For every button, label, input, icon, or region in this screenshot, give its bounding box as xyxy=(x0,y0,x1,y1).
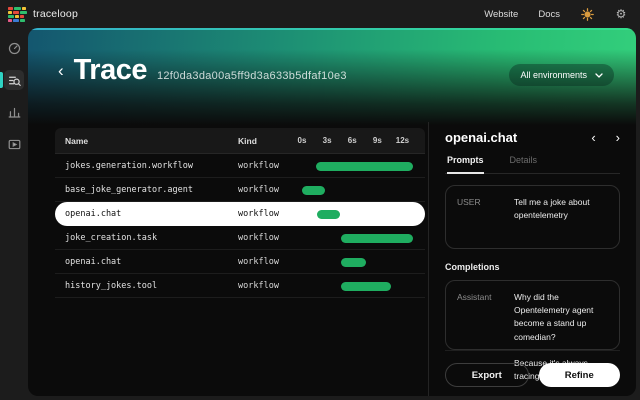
refine-button[interactable]: Refine xyxy=(539,363,621,387)
span-name: history_jokes.tool xyxy=(65,274,157,298)
top-bar: traceloop Website Docs ⚙ xyxy=(0,0,640,28)
completion-card: Assistant Why did the Opentelemetry agen… xyxy=(445,280,620,350)
span-kind: workflow xyxy=(238,250,279,274)
completions-section-label: Completions xyxy=(445,262,620,272)
nav-docs-link[interactable]: Docs xyxy=(538,9,560,20)
environment-selector-label: All environments xyxy=(520,70,587,80)
table-row[interactable]: base_joke_generator.agent workflow xyxy=(55,178,425,202)
settings-gear-icon[interactable]: ⚙ xyxy=(614,7,628,21)
nav-website-link[interactable]: Website xyxy=(484,9,518,20)
panel-footer: Export Refine xyxy=(445,350,620,387)
table-row[interactable]: openai.chat workflow xyxy=(55,202,425,226)
span-kind: workflow xyxy=(238,226,279,250)
table-row[interactable]: joke_creation.task workflow xyxy=(55,226,425,250)
span-title: openai.chat xyxy=(445,130,517,145)
span-detail-panel: openai.chat ‹ › Prompts Details USER Tel… xyxy=(428,122,636,396)
span-kind: workflow xyxy=(238,202,279,226)
span-name: base_joke_generator.agent xyxy=(65,178,193,202)
span-duration-bar xyxy=(302,186,325,195)
tab-prompts[interactable]: Prompts xyxy=(447,155,484,174)
span-duration-bar xyxy=(341,282,391,291)
table-row[interactable]: history_jokes.tool workflow xyxy=(55,274,425,298)
sidebar-rail xyxy=(0,28,28,400)
environment-selector[interactable]: All environments xyxy=(509,64,614,86)
column-header-name: Name xyxy=(65,128,88,154)
tab-details[interactable]: Details xyxy=(510,155,538,174)
span-name: jokes.generation.workflow xyxy=(65,154,193,178)
span-name: joke_creation.task xyxy=(65,226,157,250)
completion-role-label: Assistant xyxy=(457,291,503,339)
span-duration-bar xyxy=(316,162,413,171)
traces-search-icon xyxy=(8,74,21,87)
span-kind: workflow xyxy=(238,178,279,202)
brand-name: traceloop xyxy=(33,8,78,20)
completion-text: Why did the Opentelemetry agent become a… xyxy=(514,291,608,339)
prev-span-button[interactable]: ‹ xyxy=(591,131,595,144)
tick-label: 3s xyxy=(316,128,338,154)
tick-label: 9s xyxy=(366,128,388,154)
playground-monitor-icon xyxy=(8,138,21,151)
table-row[interactable]: openai.chat workflow xyxy=(55,250,425,274)
span-duration-bar xyxy=(317,210,340,219)
tick-label: 0s xyxy=(291,128,313,154)
span-kind: workflow xyxy=(238,154,279,178)
span-kind: workflow xyxy=(238,274,279,298)
table-row[interactable]: jokes.generation.workflow workflow xyxy=(55,154,425,178)
sidebar-item-dashboard[interactable] xyxy=(4,38,24,58)
main-content: ‹ Trace 12f0da3da00a5ff9d3a633b5dfaf10e3… xyxy=(28,28,636,396)
sidebar-item-traces[interactable] xyxy=(4,70,24,90)
brand[interactable]: traceloop xyxy=(8,7,78,22)
detail-tabs: Prompts Details xyxy=(445,155,620,174)
trace-id: 12f0da3da00a5ff9d3a633b5dfaf10e3 xyxy=(157,70,347,82)
span-duration-bar xyxy=(341,258,365,267)
back-button[interactable]: ‹ xyxy=(58,58,70,83)
next-span-button[interactable]: › xyxy=(616,131,620,144)
page-title: Trace xyxy=(74,54,147,87)
span-table-body: jokes.generation.workflow workflow base_… xyxy=(55,154,425,298)
tick-label: 12s xyxy=(391,128,413,154)
active-indicator xyxy=(0,72,3,88)
tick-label: 6s xyxy=(341,128,363,154)
column-header-kind: Kind xyxy=(238,128,257,154)
export-button[interactable]: Export xyxy=(445,363,529,387)
span-table-header: Name Kind 0s3s6s9s12s xyxy=(55,128,425,154)
prompt-text: Tell me a joke about opentelemetry xyxy=(514,196,608,238)
prompt-card: USER Tell me a joke about opentelemetry xyxy=(445,185,620,249)
chevron-down-icon xyxy=(595,73,603,78)
prompt-role-label: USER xyxy=(457,196,503,238)
trace-hero-header: ‹ Trace 12f0da3da00a5ff9d3a633b5dfaf10e3… xyxy=(28,28,636,125)
sidebar-item-playground[interactable] xyxy=(4,134,24,154)
span-name: openai.chat xyxy=(65,250,121,274)
span-table: Name Kind 0s3s6s9s12s jokes.generation.w… xyxy=(55,128,425,298)
theme-sun-icon[interactable] xyxy=(580,7,594,21)
sidebar-item-analytics[interactable] xyxy=(4,102,24,122)
analytics-chart-icon xyxy=(8,106,21,119)
dashboard-gauge-icon xyxy=(8,42,21,55)
span-duration-bar xyxy=(341,234,414,243)
span-name: openai.chat xyxy=(65,202,121,226)
traceloop-logo-icon xyxy=(8,7,27,22)
